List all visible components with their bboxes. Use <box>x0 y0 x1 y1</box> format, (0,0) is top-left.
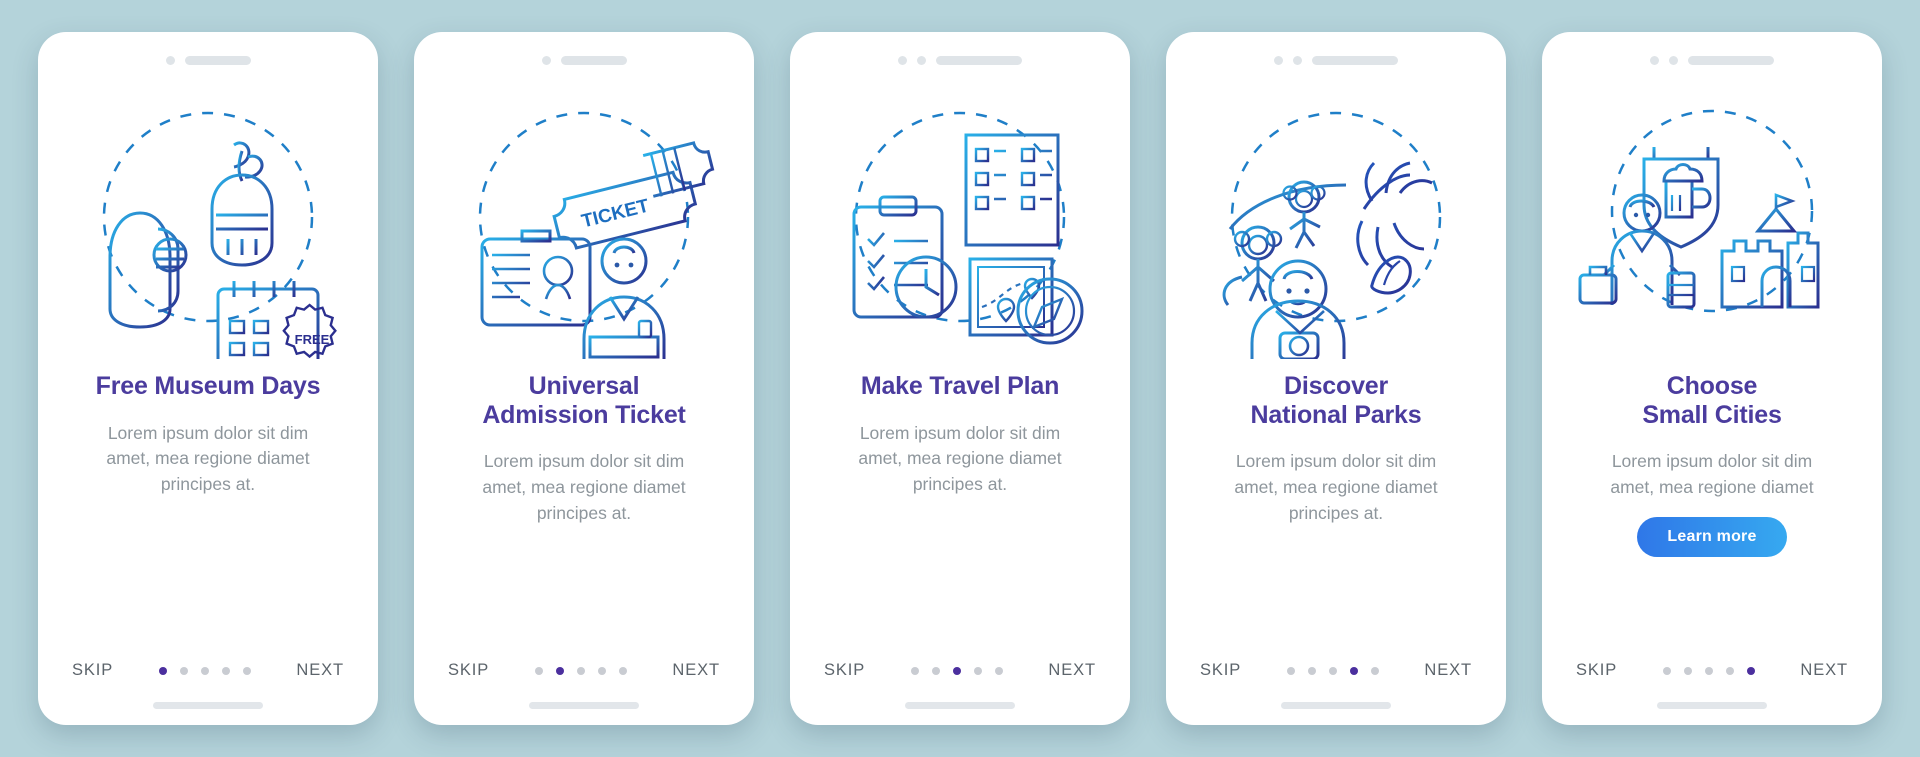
sensor-dot-icon <box>917 55 926 65</box>
speaker-pill-icon <box>1312 55 1398 65</box>
svg-text:TICKET: TICKET <box>580 195 652 232</box>
home-indicator <box>529 702 639 709</box>
pagination-dot-2[interactable] <box>1307 666 1316 675</box>
skip-button[interactable]: SKIP <box>824 661 865 680</box>
screen-title: Free Museum Days <box>95 372 321 400</box>
skip-button[interactable]: SKIP <box>1200 661 1241 680</box>
pagination-dot-5[interactable] <box>994 666 1003 675</box>
pagination-dot-3[interactable] <box>1328 666 1337 675</box>
status-bar <box>1542 32 1882 72</box>
camera-dot-icon <box>1650 55 1659 65</box>
skip-button[interactable]: SKIP <box>1576 661 1617 680</box>
next-button[interactable]: NEXT <box>672 661 720 680</box>
pagination-dot-5[interactable] <box>1370 666 1379 675</box>
camera-dot-icon <box>165 55 175 65</box>
onboarding-screen-free-museum-days: FREE Free Museum Days Lorem ipsum dolor … <box>38 32 378 725</box>
screen-body-text: Lorem ipsum dolor sit dim amet, mea regi… <box>858 422 1062 495</box>
pagination-dot-4[interactable] <box>1349 666 1358 675</box>
illustration-ticket-badge-guide: TICKET <box>414 72 754 372</box>
pagination-dot-2[interactable] <box>1683 666 1692 675</box>
pagination-dot-4[interactable] <box>597 666 606 675</box>
pagination-dot-1[interactable] <box>158 666 167 675</box>
screen-title-line-1: Universal <box>528 372 640 400</box>
pagination-dot-3[interactable] <box>576 666 585 675</box>
illustration-beer-sign-traveler-castle <box>1542 72 1882 372</box>
pagination-dot-1[interactable] <box>1286 666 1295 675</box>
status-bar <box>414 32 754 72</box>
pagination-dot-5[interactable] <box>242 666 251 675</box>
learn-more-button[interactable]: Learn more <box>1637 516 1787 557</box>
screen-title-line-2: Admission Ticket <box>482 400 686 429</box>
home-indicator <box>1657 702 1767 709</box>
screen-body-text: Lorem ipsum dolor sit dim amet, mea regi… <box>482 451 686 523</box>
onboarding-screens-row: FREE Free Museum Days Lorem ipsum dolor … <box>0 0 1920 757</box>
pagination-dot-5[interactable] <box>618 666 627 675</box>
illustration-monkey-jungle-tourist <box>1166 72 1506 372</box>
svg-text:FREE: FREE <box>295 332 330 347</box>
screen-footer: SKIP NEXT <box>1542 661 1882 680</box>
screen-footer: SKIP NEXT <box>790 661 1130 680</box>
screen-title-line-2: National Parks <box>1250 400 1422 429</box>
pagination-dot-1[interactable] <box>910 666 919 675</box>
screen-title: Choose Small Cities <box>1618 372 1805 429</box>
screen-title-line-1: Discover <box>1283 372 1388 400</box>
speaker-pill-icon <box>936 55 1022 65</box>
screen-title-line-2: Small Cities <box>1642 400 1782 429</box>
pagination-dot-5[interactable] <box>1746 666 1755 675</box>
illustration-clipboard-book-map-compass <box>790 72 1130 372</box>
onboarding-screen-make-travel-plan: Make Travel Plan Lorem ipsum dolor sit d… <box>790 32 1130 725</box>
pagination-dot-2[interactable] <box>179 666 188 675</box>
skip-button[interactable]: SKIP <box>448 661 489 680</box>
pagination-dot-3[interactable] <box>1704 666 1713 675</box>
pagination-dots[interactable] <box>1662 666 1755 675</box>
camera-dot-icon <box>1274 55 1283 65</box>
screen-title: Universal Admission Ticket <box>458 372 709 429</box>
next-button[interactable]: NEXT <box>296 661 344 680</box>
onboarding-screen-discover-national-parks: Discover National Parks Lorem ipsum dolo… <box>1166 32 1506 725</box>
screen-footer: SKIP NEXT <box>414 661 754 680</box>
pagination-dot-2[interactable] <box>931 666 940 675</box>
status-bar <box>1166 32 1506 72</box>
onboarding-screen-universal-admission-ticket: TICKET Universal Admission Ticket Lorem … <box>414 32 754 725</box>
home-indicator <box>905 702 1015 709</box>
pagination-dots[interactable] <box>534 666 627 675</box>
pagination-dot-1[interactable] <box>534 666 543 675</box>
pagination-dots[interactable] <box>158 666 251 675</box>
sensor-dot-icon <box>1293 55 1302 65</box>
pagination-dot-2[interactable] <box>555 666 564 675</box>
home-indicator <box>153 702 263 709</box>
speaker-pill-icon <box>1688 55 1774 65</box>
pagination-dots[interactable] <box>1286 666 1379 675</box>
speaker-pill-icon <box>560 55 627 65</box>
next-button[interactable]: NEXT <box>1048 661 1096 680</box>
pagination-dot-3[interactable] <box>200 666 209 675</box>
next-button[interactable]: NEXT <box>1800 661 1848 680</box>
skip-button[interactable]: SKIP <box>72 661 113 680</box>
pagination-dot-3[interactable] <box>952 666 961 675</box>
status-bar <box>790 32 1130 72</box>
pagination-dot-4[interactable] <box>221 666 230 675</box>
sensor-dot-icon <box>1669 55 1678 65</box>
screen-body-text: Lorem ipsum dolor sit dim amet, mea regi… <box>1234 451 1438 523</box>
status-bar <box>38 32 378 72</box>
pagination-dot-4[interactable] <box>1725 666 1734 675</box>
screen-title: Make Travel Plan <box>860 372 1060 400</box>
speaker-pill-icon <box>184 55 251 65</box>
camera-dot-icon <box>898 55 907 65</box>
camera-dot-icon <box>541 55 551 65</box>
screen-footer: SKIP NEXT <box>38 661 378 680</box>
screen-body-text: Lorem ipsum dolor sit dim amet, mea regi… <box>106 422 310 495</box>
pagination-dots[interactable] <box>910 666 1003 675</box>
pagination-dot-1[interactable] <box>1662 666 1671 675</box>
home-indicator <box>1281 702 1391 709</box>
screen-title: Discover National Parks <box>1227 372 1446 429</box>
screen-title-line-1: Choose <box>1666 372 1758 400</box>
onboarding-screen-choose-small-cities: Choose Small Cities Lorem ipsum dolor si… <box>1542 32 1882 725</box>
pagination-dot-4[interactable] <box>973 666 982 675</box>
screen-body-text: Lorem ipsum dolor sit dim amet, mea regi… <box>1610 451 1814 497</box>
next-button[interactable]: NEXT <box>1424 661 1472 680</box>
screen-footer: SKIP NEXT <box>1166 661 1506 680</box>
illustration-knight-helmet-mummy-calendar-free: FREE <box>38 72 378 372</box>
